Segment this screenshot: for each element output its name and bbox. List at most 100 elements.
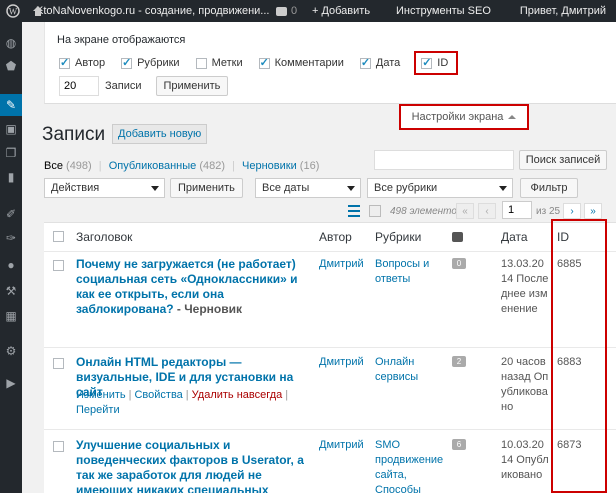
comments-icon[interactable]: ▮	[0, 166, 22, 188]
view-drafts-link[interactable]: Черновики	[242, 160, 297, 172]
screen-options-title: На экране отображаются	[57, 34, 186, 46]
checkbox[interactable]	[359, 56, 371, 69]
view-published-link[interactable]: Опубликованные	[109, 160, 197, 172]
date-filter-select[interactable]: Все даты	[255, 178, 361, 198]
columns-toggle-row: Автор Рубрики Метки Комментарии Дата ID	[59, 51, 474, 75]
checkbox-label: Метки	[211, 57, 243, 69]
post-title-link[interactable]: Почему не загружается (не работает) соци…	[76, 257, 304, 317]
total-pages: из 25	[536, 206, 561, 217]
quick-edit-link[interactable]: Свойства	[134, 389, 182, 401]
screen-options-apply-button[interactable]: Применить	[155, 76, 229, 96]
last-page-button[interactable]: »	[584, 203, 602, 219]
checkbox[interactable]	[195, 57, 207, 69]
post-category-link[interactable]: SMO продвижение сайта, Способы	[375, 438, 443, 493]
edit-link[interactable]: Изменить	[76, 389, 126, 401]
column-header-title[interactable]: Заголовок	[76, 230, 132, 244]
prev-page-button[interactable]: ‹	[478, 203, 496, 219]
media-icon[interactable]: ▣	[0, 118, 22, 140]
view-link[interactable]: Перейти	[76, 404, 120, 416]
seo-tools-menu[interactable]: Инструменты SEO	[390, 0, 502, 22]
checkbox-label: Комментарии	[274, 57, 344, 69]
view-all-link[interactable]: Все	[44, 160, 63, 172]
comments-column-icon[interactable]	[452, 232, 463, 242]
post-category-link[interactable]: Онлайн сервисы	[375, 355, 425, 385]
column-toggle-date[interactable]: Дата	[359, 56, 400, 69]
view-all-count: (498)	[66, 160, 92, 172]
bulk-apply-button[interactable]: Применить	[170, 178, 243, 198]
add-new-menu[interactable]: + Добавить	[306, 0, 390, 22]
gear-icon[interactable]: ⚙	[0, 340, 22, 362]
row-checkbox[interactable]	[53, 358, 64, 369]
separator: |	[98, 160, 102, 172]
delete-permanently-link[interactable]: Удалить навсегда	[192, 389, 283, 401]
checkbox[interactable]	[59, 56, 70, 69]
post-category-link[interactable]: Вопросы и ответы	[375, 257, 435, 287]
pages-icon[interactable]: ❐	[0, 142, 22, 164]
comment-count-badge[interactable]: 0	[452, 258, 466, 269]
dashboard-icon[interactable]: ◍	[0, 32, 22, 54]
appearance-icon[interactable]: ✐	[0, 203, 22, 225]
checkbox[interactable]	[421, 56, 433, 69]
arrow-up-icon	[508, 115, 517, 119]
filter-button[interactable]: Фильтр	[520, 178, 578, 198]
per-page-label: Записи	[105, 80, 142, 92]
plus-icon: +	[312, 5, 319, 17]
caret-down-icon	[151, 186, 159, 191]
divider	[44, 429, 616, 430]
bulk-action-select[interactable]: Действия	[44, 178, 165, 198]
users-icon[interactable]: ●	[0, 254, 22, 276]
shield-icon[interactable]: ⬟	[0, 55, 22, 77]
comment-count-badge[interactable]: 6	[452, 439, 466, 450]
admin-menu: ◍ ⬟ ✎ ▣ ❐ ▮ ✐ ✑ ● ⚒ ▦ ⚙ ▶	[0, 22, 22, 493]
wordpress-logo-icon[interactable]: W	[0, 0, 26, 22]
date-filter-value: Все даты	[262, 182, 310, 194]
screen-options-toggle[interactable]: Настройки экрана	[399, 104, 529, 130]
comment-count-badge[interactable]: 2	[452, 356, 466, 367]
settings-icon[interactable]: ▦	[0, 305, 22, 327]
row-checkbox[interactable]	[53, 441, 64, 452]
items-count: 498 элементов	[390, 206, 463, 217]
per-page-input[interactable]	[59, 76, 99, 96]
caret-down-icon	[499, 186, 507, 191]
user-greeting[interactable]: Привет, Дмитрий	[514, 0, 616, 22]
post-title-link[interactable]: Улучшение социальных и поведенческих фак…	[76, 438, 304, 493]
next-page-button[interactable]: ›	[563, 203, 581, 219]
post-author-link[interactable]: Дмитрий	[319, 257, 364, 272]
excerpt-view-icon[interactable]	[369, 205, 381, 217]
play-icon[interactable]: ▶	[0, 372, 22, 394]
add-new-post-button[interactable]: Добавить новую	[112, 124, 208, 144]
search-posts-button[interactable]: Поиск записей	[519, 150, 607, 170]
checkbox[interactable]	[121, 56, 133, 69]
column-toggle-categories[interactable]: Рубрики	[121, 56, 180, 69]
search-input[interactable]	[374, 150, 514, 170]
list-view-icon[interactable]	[348, 205, 360, 217]
post-title[interactable]: Улучшение социальных и поведенческих фак…	[76, 438, 304, 493]
view-drafts-count: (16)	[299, 160, 320, 172]
column-toggle-id[interactable]: ID	[414, 51, 459, 75]
post-date: 10.03.2014 Опубликовано	[501, 439, 549, 481]
plugins-icon[interactable]: ✑	[0, 227, 22, 249]
post-author-link[interactable]: Дмитрий	[319, 438, 364, 453]
checkbox[interactable]	[258, 56, 270, 69]
tools-icon[interactable]: ⚒	[0, 280, 22, 302]
first-page-button[interactable]: «	[456, 203, 474, 219]
current-page-input[interactable]	[502, 201, 532, 219]
category-filter-select[interactable]: Все рубрики	[367, 178, 513, 198]
posts-icon[interactable]: ✎	[0, 94, 22, 116]
column-toggle-comments[interactable]: Комментарии	[258, 56, 344, 69]
select-all-checkbox[interactable]	[53, 231, 64, 242]
post-status: - Черновик	[173, 302, 243, 316]
column-header-date[interactable]: Дата	[501, 230, 528, 244]
comment-bubble-icon	[276, 6, 287, 16]
site-name-link[interactable]: KtoNaNovenkogo.ru - создание, продвижени…	[26, 0, 270, 22]
column-toggle-author[interactable]: Автор	[59, 56, 105, 69]
separator: |	[232, 160, 235, 172]
column-header-author: Автор	[319, 230, 352, 244]
comments-link[interactable]: 0	[270, 0, 306, 22]
row-checkbox[interactable]	[53, 260, 64, 271]
column-toggle-tags[interactable]: Метки	[195, 57, 243, 69]
row-actions: Изменить | Свойства | Удалить навсегда |	[76, 389, 289, 401]
post-author-link[interactable]: Дмитрий	[319, 355, 364, 370]
divider	[44, 251, 616, 252]
screen-options-toggle-label: Настройки экрана	[411, 111, 504, 123]
